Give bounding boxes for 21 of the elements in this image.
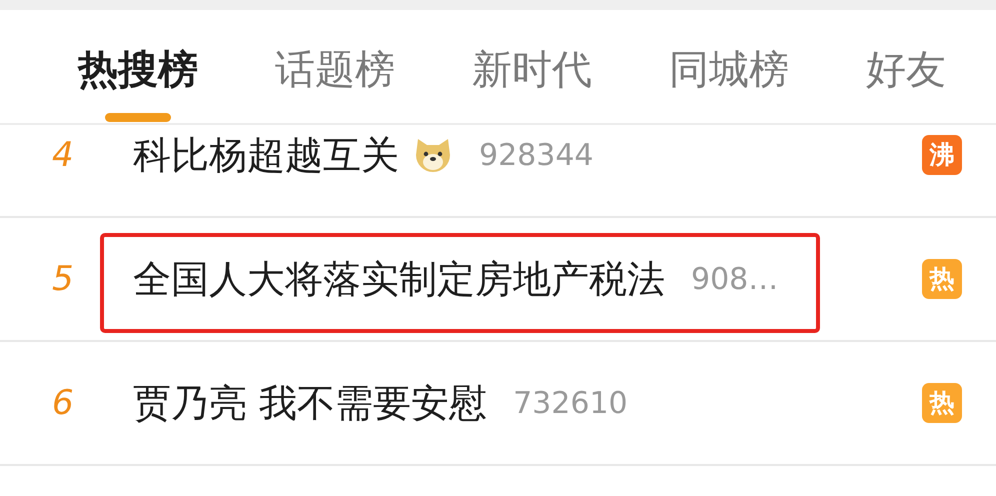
active-tab-indicator [105, 113, 171, 122]
hot-badge: 热 [922, 383, 962, 423]
topic-title[interactable]: 全国人大将落实制定房地产税法 [133, 250, 665, 308]
hot-badge: 热 [922, 259, 962, 299]
heat-count: 908… [691, 260, 778, 298]
heat-count: 732610 [513, 384, 628, 422]
tab[interactable]: 热搜榜 [78, 10, 198, 90]
tab[interactable]: 新时代 [472, 10, 592, 90]
hot-badge: 沸 [922, 135, 962, 175]
rank-number: 4 [51, 134, 75, 176]
topic-title[interactable]: 科比杨超越互关 [133, 126, 399, 184]
tab[interactable]: 同城榜 [669, 10, 789, 90]
tab[interactable]: 好友 [866, 10, 946, 90]
tab[interactable]: 话题榜 [275, 10, 395, 90]
rank-number: 5 [51, 258, 75, 300]
rank-number: 6 [51, 382, 75, 424]
heat-count: 928344 [479, 136, 594, 174]
list-row[interactable]: 6 贾乃亮 我不需要安慰 732610 热 [0, 342, 996, 466]
list-row[interactable]: 4 科比杨超越互关 928344 沸 [0, 125, 996, 218]
list-row[interactable]: 5 全国人大将落实制定房地产税法 908… 热 [0, 218, 996, 342]
topic-title[interactable]: 贾乃亮 我不需要安慰 [133, 374, 488, 432]
